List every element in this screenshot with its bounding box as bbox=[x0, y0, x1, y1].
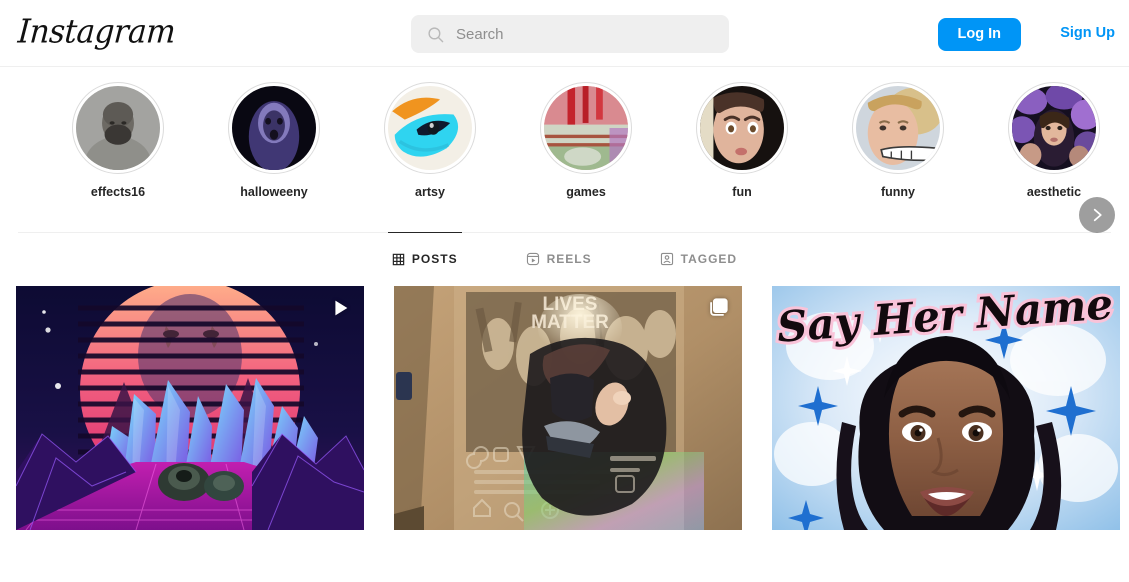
posts-grid: LIVES MATTER bbox=[0, 286, 1129, 530]
carousel-icon bbox=[710, 298, 728, 316]
post-thumbnail-1[interactable] bbox=[16, 286, 364, 530]
story-highlights-track: effects16 halloweeny artsy games fun fun… bbox=[0, 82, 1129, 199]
search-input[interactable] bbox=[456, 25, 696, 43]
highlight-thumbnail bbox=[76, 86, 160, 170]
chevron-right-icon bbox=[1093, 208, 1102, 222]
highlight-effects16[interactable]: effects16 bbox=[66, 82, 170, 199]
tab-label: REELS bbox=[546, 252, 592, 266]
highlight-label: games bbox=[566, 185, 606, 199]
highlight-thumbnail bbox=[544, 86, 628, 170]
highlight-fun[interactable]: fun bbox=[690, 82, 794, 199]
highlight-label: halloweeny bbox=[240, 185, 308, 199]
post-image: Say Her Name Say Her Name bbox=[772, 286, 1120, 530]
highlight-ring bbox=[384, 82, 476, 174]
grid-icon bbox=[392, 253, 405, 265]
post-image bbox=[16, 286, 364, 530]
tagged-icon bbox=[660, 252, 673, 266]
highlight-label: effects16 bbox=[90, 185, 146, 199]
highlight-funny[interactable]: funny bbox=[846, 82, 950, 199]
post-type-badge bbox=[707, 297, 729, 324]
highlight-ring bbox=[540, 82, 632, 174]
post-thumbnail-3[interactable]: Say Her Name Say Her Name bbox=[772, 286, 1120, 530]
tab-tagged[interactable]: TAGGED bbox=[656, 232, 741, 285]
highlights-next-button[interactable] bbox=[1079, 197, 1115, 233]
signup-link[interactable]: Sign Up bbox=[1060, 25, 1115, 41]
tab-posts[interactable]: POSTS bbox=[387, 232, 462, 285]
search-icon bbox=[428, 26, 444, 42]
highlight-thumbnail bbox=[388, 86, 472, 170]
highlight-label: fun bbox=[732, 185, 752, 199]
highlight-halloweeny[interactable]: halloweeny bbox=[222, 82, 326, 199]
tab-label: TAGGED bbox=[680, 252, 738, 266]
reels-icon bbox=[526, 252, 539, 266]
instagram-logo[interactable]: Instagram bbox=[17, 13, 177, 51]
highlight-label: artsy bbox=[415, 185, 445, 199]
post-thumbnail-2[interactable]: LIVES MATTER bbox=[394, 286, 742, 530]
play-icon bbox=[335, 300, 348, 316]
highlight-label: funny bbox=[880, 185, 916, 199]
highlight-ring bbox=[696, 82, 788, 174]
login-button[interactable]: Log In bbox=[937, 18, 1021, 51]
profile-tabs: POSTS REELS TAGGED bbox=[0, 232, 1129, 286]
tab-reels[interactable]: REELS bbox=[522, 232, 596, 285]
highlight-artsy[interactable]: artsy bbox=[378, 82, 482, 199]
highlight-thumbnail bbox=[1012, 86, 1096, 170]
search-box[interactable] bbox=[411, 15, 729, 53]
top-navigation-bar: Instagram Log In Sign Up bbox=[0, 0, 1129, 67]
highlight-thumbnail bbox=[700, 86, 784, 170]
highlight-aesthetic[interactable]: aesthetic bbox=[1002, 82, 1106, 199]
highlight-label: aesthetic bbox=[1026, 185, 1082, 199]
highlight-ring bbox=[72, 82, 164, 174]
post-image: LIVES MATTER bbox=[394, 286, 742, 530]
highlight-thumbnail bbox=[856, 86, 940, 170]
highlight-ring bbox=[1008, 82, 1100, 174]
story-highlights-section: effects16 halloweeny artsy games fun fun… bbox=[0, 67, 1129, 233]
highlight-thumbnail bbox=[232, 86, 316, 170]
post-type-badge bbox=[329, 297, 351, 324]
highlight-games[interactable]: games bbox=[534, 82, 638, 199]
highlight-ring bbox=[852, 82, 944, 174]
highlight-ring bbox=[228, 82, 320, 174]
tab-label: POSTS bbox=[411, 252, 458, 266]
